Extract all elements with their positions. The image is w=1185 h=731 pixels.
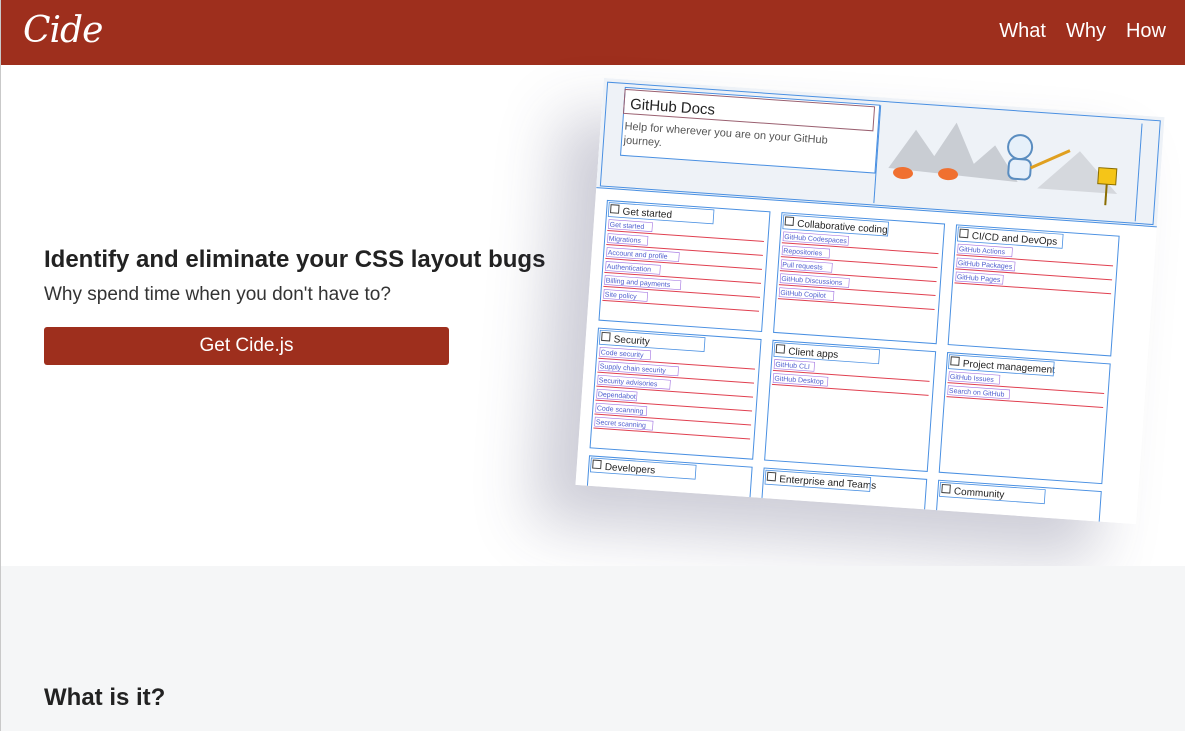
hero-title: Identify and eliminate your CSS layout b…: [44, 246, 546, 273]
nav-link-what[interactable]: What: [999, 20, 1046, 43]
preview-illustration: GitHub Docs Help for wherever you are on…: [575, 77, 1165, 525]
preview-screenshot: GitHub Docs Help for wherever you are on…: [575, 77, 1165, 525]
top-bar: Cide What Why How: [1, 0, 1185, 65]
nav-link-why[interactable]: Why: [1066, 20, 1106, 43]
what-is-it-heading: What is it?: [44, 684, 166, 711]
main-nav: What Why How: [999, 20, 1166, 43]
hero-subtitle: Why spend time when you don't have to?: [44, 284, 391, 305]
hero-section: Identify and eliminate your CSS layout b…: [1, 65, 1185, 566]
logo[interactable]: Cide: [23, 10, 103, 51]
what-is-it-section: What is it?: [1, 566, 1185, 731]
get-cide-button[interactable]: Get Cide.js: [44, 327, 449, 365]
nav-link-how[interactable]: How: [1126, 20, 1166, 43]
